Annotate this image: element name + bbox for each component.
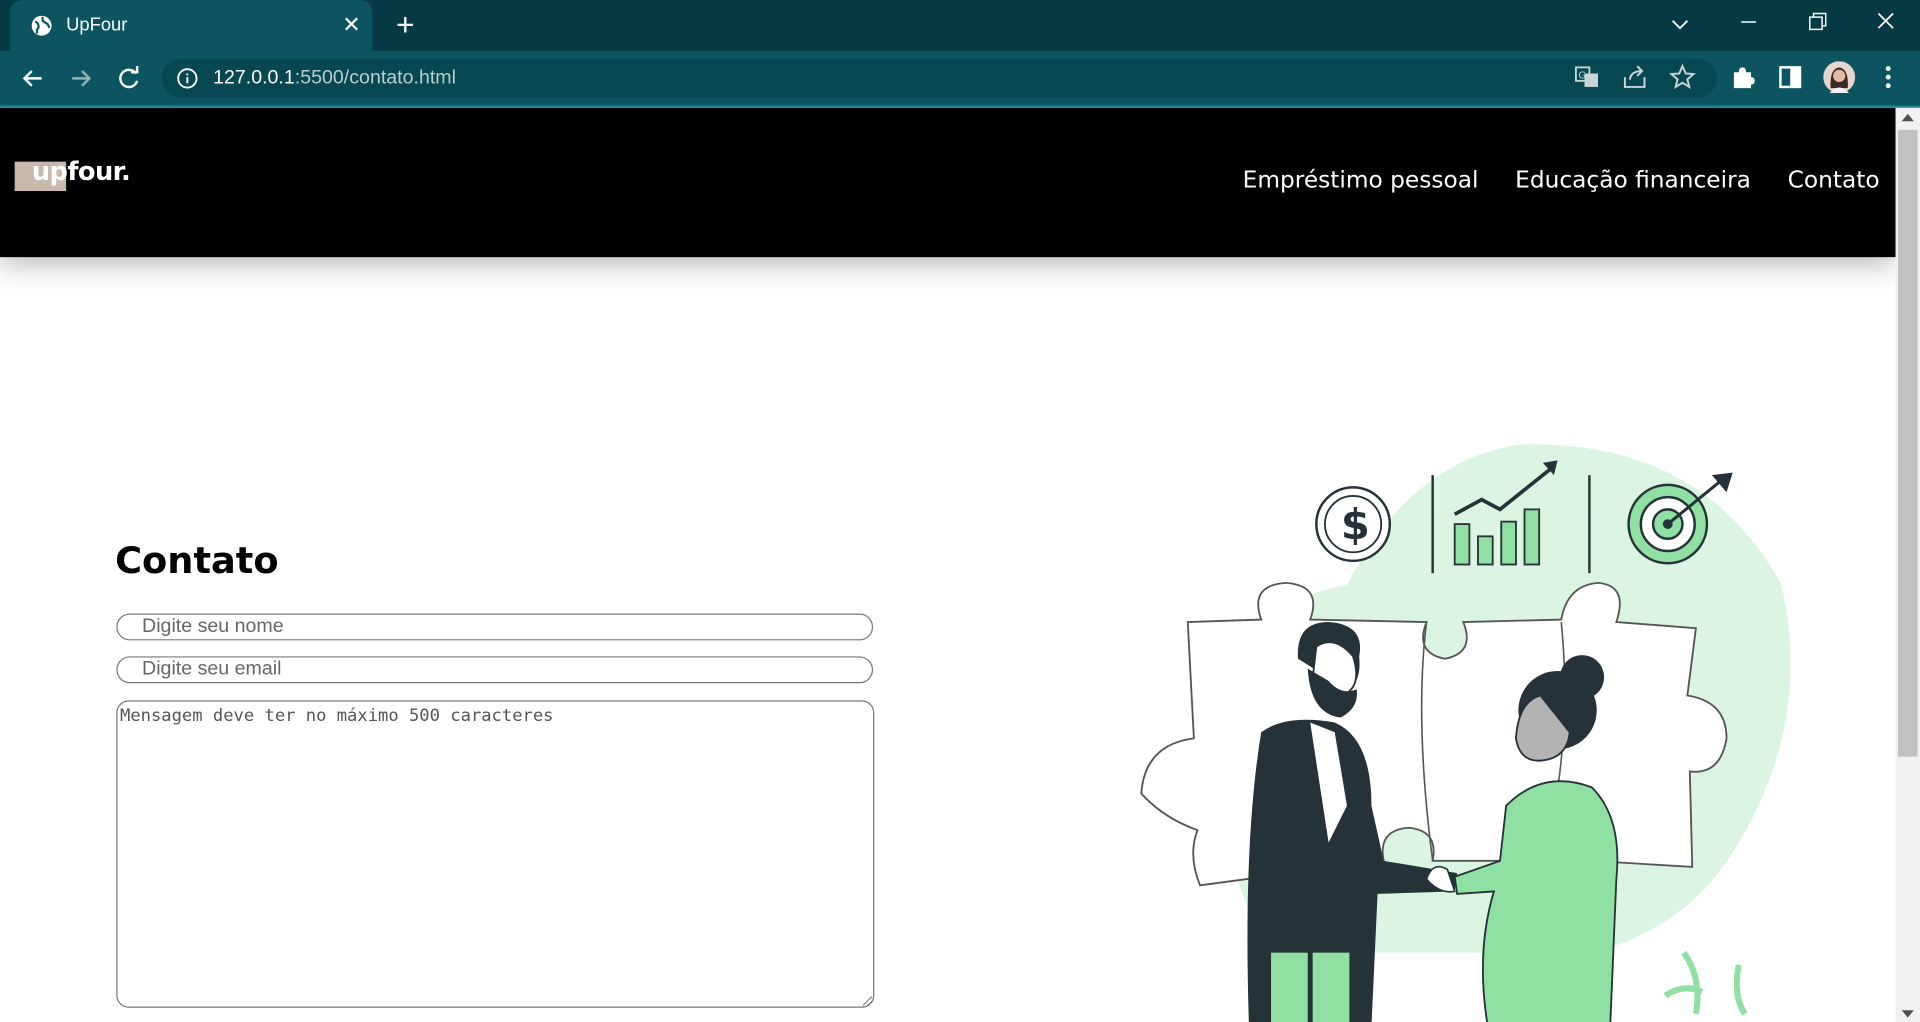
restore-icon[interactable] (1793, 7, 1842, 44)
close-icon[interactable]: ✕ (338, 11, 365, 38)
page-scrollbar[interactable] (1895, 107, 1920, 1022)
star-icon[interactable] (1668, 62, 1697, 91)
logo-text: upfour. (31, 156, 131, 187)
page-content: upfour. Empréstimo pessoal Educação fina… (0, 107, 1896, 1022)
scroll-up-arrow[interactable] (1901, 113, 1914, 122)
browser-toolbar: 127.0.0.1:5500/contato.html G (0, 51, 1920, 108)
chevron-down-icon[interactable] (1656, 7, 1705, 44)
side-panel-icon[interactable] (1776, 62, 1805, 91)
profile-avatar[interactable] (1823, 61, 1856, 94)
message-field[interactable] (116, 700, 875, 1008)
forward-icon[interactable] (65, 62, 97, 94)
url-host: 127.0.0.1 (213, 67, 295, 89)
scroll-down-arrow[interactable] (1901, 1010, 1914, 1018)
svg-text:$: $ (1341, 500, 1370, 549)
handshake-illustration: $ (1140, 444, 1791, 1022)
nav-contato[interactable]: Contato (1788, 167, 1880, 194)
window-close-icon[interactable] (1861, 7, 1910, 44)
email-field[interactable] (116, 656, 874, 684)
url-text: 127.0.0.1:5500/contato.html (213, 67, 456, 89)
back-icon[interactable] (17, 62, 49, 94)
address-bar[interactable]: 127.0.0.1:5500/contato.html (161, 58, 1717, 98)
scrollbar-thumb[interactable] (1897, 129, 1918, 757)
extensions-icon[interactable] (1728, 62, 1757, 91)
url-path: :5500/contato.html (294, 67, 456, 89)
menu-icon[interactable] (1873, 62, 1902, 91)
reload-icon[interactable] (113, 62, 145, 94)
svg-text:G: G (1578, 70, 1586, 81)
plus-icon[interactable]: + (389, 9, 421, 42)
name-field[interactable] (116, 613, 874, 641)
site-header: upfour. Empréstimo pessoal Educação fina… (0, 107, 1896, 258)
nav-educacao-financeira[interactable]: Educação financeira (1515, 167, 1751, 194)
browser-tabstrip: UpFour ✕ + (0, 0, 1920, 52)
tab-title: UpFour (66, 14, 128, 36)
main-nav: Empréstimo pessoal Educação financeira C… (1243, 167, 1880, 194)
globe-icon (31, 15, 52, 36)
minimize-icon[interactable] (1724, 7, 1773, 44)
upfour-logo[interactable]: upfour. (14, 157, 131, 196)
nav-emprestimo-pessoal[interactable]: Empréstimo pessoal (1243, 167, 1479, 194)
translate-icon[interactable]: G (1572, 62, 1601, 91)
share-icon[interactable] (1620, 62, 1649, 91)
contact-title: Contato (115, 540, 279, 583)
browser-tab[interactable]: UpFour ✕ (9, 0, 373, 52)
info-icon[interactable] (176, 67, 198, 89)
